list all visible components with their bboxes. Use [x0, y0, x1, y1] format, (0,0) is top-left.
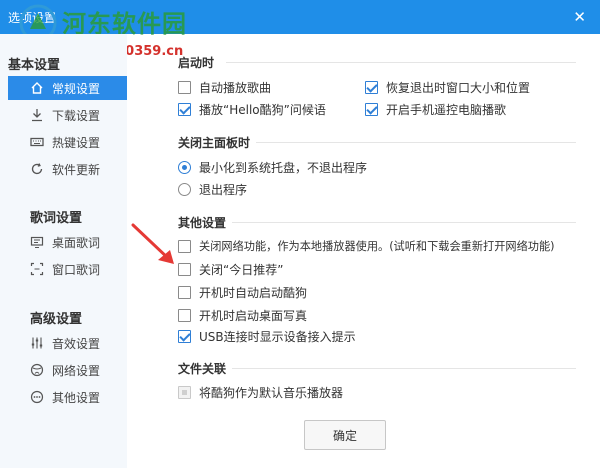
- sidebar-item-network[interactable]: 网络设置: [8, 358, 127, 382]
- group-title-other: 其他设置: [178, 216, 227, 230]
- option-label: USB连接时显示设备接入提示: [199, 330, 356, 344]
- sidebar-item-label: 桌面歌词: [52, 235, 101, 250]
- option-label: 关闭网络功能，作为本地播放器使用。(试听和下载会重新打开网络功能): [199, 240, 555, 253]
- equalizer-icon: [30, 336, 44, 350]
- option-label: 最小化到系统托盘，不退出程序: [199, 161, 368, 175]
- group-title-close-panel: 关闭主面板时: [178, 136, 251, 150]
- refresh-icon: [30, 162, 44, 176]
- checkbox[interactable]: [365, 81, 378, 94]
- sidebar-item-general[interactable]: 常规设置: [8, 76, 127, 100]
- option-hello-greeting[interactable]: 播放“Hello酷狗”问候语: [178, 101, 326, 118]
- download-icon: [30, 108, 44, 122]
- option-label: 开机时自动启动酷狗: [199, 286, 308, 300]
- option-label: 恢复退出时窗口大小和位置: [386, 81, 531, 95]
- section-title-lyrics: 歌词设置: [30, 211, 83, 226]
- checkbox: [178, 386, 191, 399]
- checkbox[interactable]: [178, 81, 191, 94]
- option-label: 关闭“今日推荐”: [199, 263, 284, 277]
- checkbox[interactable]: [178, 330, 191, 343]
- sidebar-item-label: 软件更新: [52, 162, 101, 177]
- settings-panel: 启动时 自动播放歌曲 恢复退出时窗口大小和位置 播放“Hello酷狗”问候语 开…: [128, 34, 600, 468]
- checkbox[interactable]: [178, 309, 191, 322]
- network-icon: [30, 363, 44, 377]
- option-phone-remote[interactable]: 开启手机遥控电脑播歌: [365, 101, 506, 118]
- option-label: 开启手机遥控电脑播歌: [386, 103, 507, 117]
- sidebar-item-window-lyrics[interactable]: 窗口歌词: [8, 257, 127, 281]
- checkbox[interactable]: [178, 103, 191, 116]
- sidebar-item-label: 音效设置: [52, 336, 101, 351]
- sidebar-item-label: 下载设置: [52, 108, 101, 123]
- option-desktop-wallpaper[interactable]: 开机时启动桌面写真: [178, 307, 307, 324]
- option-restore-window[interactable]: 恢复退出时窗口大小和位置: [365, 79, 530, 96]
- group-title-file-assoc: 文件关联: [178, 362, 227, 376]
- option-label: 将酷狗作为默认音乐播放器: [199, 386, 344, 400]
- annotation-arrow-icon: [131, 223, 174, 264]
- option-label: 播放“Hello酷狗”问候语: [199, 103, 326, 117]
- option-disable-daily-picks[interactable]: 关闭“今日推荐”: [178, 261, 283, 278]
- checkbox[interactable]: [365, 103, 378, 116]
- sidebar-item-hotkeys[interactable]: 热键设置: [8, 130, 127, 154]
- sidebar-item-label: 网络设置: [52, 363, 101, 378]
- section-title-advanced: 高级设置: [30, 312, 83, 327]
- option-usb-prompt[interactable]: USB连接时显示设备接入提示: [178, 328, 356, 345]
- option-disable-network[interactable]: 关闭网络功能，作为本地播放器使用。(试听和下载会重新打开网络功能): [178, 238, 555, 254]
- option-minimize-to-tray[interactable]: 最小化到系统托盘，不退出程序: [178, 159, 367, 176]
- sidebar-item-label: 常规设置: [52, 81, 101, 96]
- option-exit-program[interactable]: 退出程序: [178, 181, 247, 198]
- sidebar-item-sound-effects[interactable]: 音效设置: [8, 331, 127, 355]
- sidebar-item-other[interactable]: 其他设置: [8, 385, 127, 409]
- desktop-lyrics-icon: [30, 235, 44, 249]
- radio-button[interactable]: [178, 183, 191, 196]
- divider: [256, 142, 576, 143]
- divider: [232, 222, 576, 223]
- close-icon[interactable]: ✕: [573, 8, 586, 26]
- divider: [226, 62, 576, 63]
- option-label: 退出程序: [199, 183, 248, 197]
- section-title-basic: 基本设置: [8, 58, 61, 73]
- more-icon: [30, 390, 44, 404]
- group-title-startup: 启动时: [178, 56, 215, 70]
- window-lyrics-icon: [30, 262, 44, 276]
- checkbox[interactable]: [178, 286, 191, 299]
- ok-button[interactable]: 确定: [304, 420, 386, 450]
- option-label: 自动播放歌曲: [199, 81, 272, 95]
- option-default-player: 将酷狗作为默认音乐播放器: [178, 384, 343, 401]
- sidebar-item-desktop-lyrics[interactable]: 桌面歌词: [8, 230, 127, 254]
- sidebar: 基本设置 常规设置 下载设置 热键设置 软件更新 歌词设置 桌面歌词 窗口歌词 …: [0, 34, 127, 468]
- keyboard-icon: [30, 135, 44, 149]
- radio-button[interactable]: [178, 161, 191, 174]
- divider: [232, 368, 576, 369]
- sidebar-item-download[interactable]: 下载设置: [8, 103, 127, 127]
- option-launch-on-startup[interactable]: 开机时自动启动酷狗: [178, 284, 307, 301]
- sidebar-item-update[interactable]: 软件更新: [8, 157, 127, 181]
- sidebar-item-label: 其他设置: [52, 390, 101, 405]
- option-autoplay[interactable]: 自动播放歌曲: [178, 79, 271, 96]
- sidebar-item-label: 窗口歌词: [52, 262, 101, 277]
- home-icon: [30, 81, 44, 95]
- option-label: 开机时启动桌面写真: [199, 309, 308, 323]
- sidebar-item-label: 热键设置: [52, 135, 101, 150]
